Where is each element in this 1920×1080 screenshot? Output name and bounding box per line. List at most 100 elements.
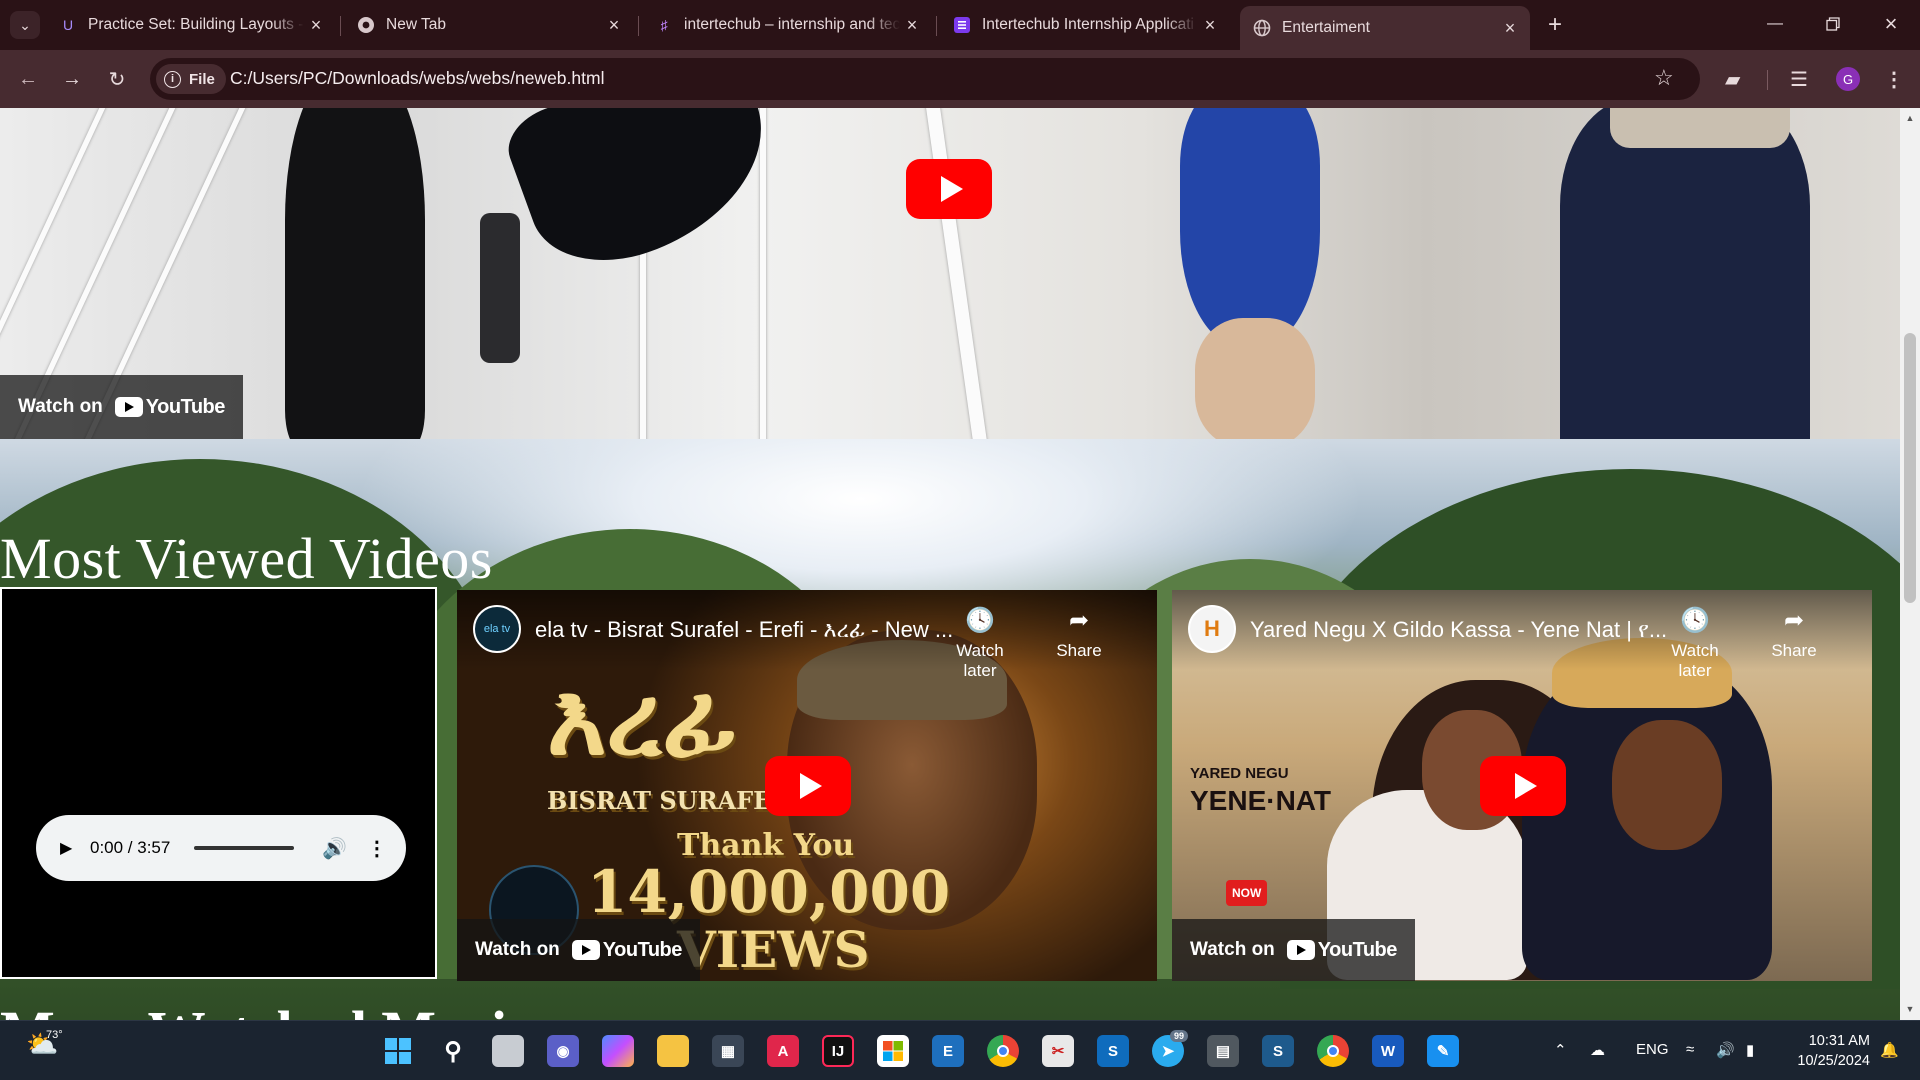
word-icon[interactable]: W (1372, 1035, 1404, 1067)
arrow-right-icon: → (62, 67, 82, 90)
task-view-icon[interactable] (492, 1035, 524, 1067)
tab-separator (936, 16, 937, 36)
chrome-taskbar-icon[interactable] (987, 1035, 1019, 1067)
tab-entertaiment[interactable]: Entertaiment × (1240, 6, 1530, 50)
address-bar[interactable]: i File C:/Users/PC/Downloads/webs/webs/n… (150, 58, 1700, 100)
forward-button[interactable]: → (57, 64, 87, 94)
language-indicator[interactable]: ENG (1636, 1041, 1669, 1058)
share-button[interactable]: ➦ Share (1039, 606, 1119, 661)
tab-title: intertechub – internship and tec (684, 16, 900, 33)
video-title[interactable]: Yared Negu X Gildo Kassa - Yene Nat | የ.… (1250, 617, 1670, 643)
file-explorer-icon[interactable] (657, 1035, 689, 1067)
autocad-icon[interactable]: A (767, 1035, 799, 1067)
watch-later-button[interactable]: 🕓 Watch later (940, 606, 1020, 681)
share-icon: ➦ (1068, 607, 1090, 634)
audio-seek-bar[interactable] (194, 846, 294, 850)
scroll-up-icon[interactable]: ▲ (1905, 113, 1915, 123)
start-icon[interactable] (382, 1035, 414, 1067)
channel-avatar[interactable]: H (1188, 605, 1236, 653)
youtube-play-button[interactable] (1480, 756, 1566, 816)
wifi-icon[interactable]: ≈ (1686, 1041, 1694, 1058)
chevron-down-icon: ⌄ (19, 16, 31, 33)
volume-icon[interactable]: 🔊 (322, 836, 347, 861)
archive-icon[interactable]: ▤ (1207, 1035, 1239, 1067)
youtube-logo-icon (114, 397, 143, 417)
snipping-icon[interactable]: ✂ (1042, 1035, 1074, 1067)
tab-search-button[interactable]: ⌄ (10, 11, 40, 39)
tab-new-tab[interactable]: New Tab × (344, 6, 634, 44)
youtube-play-button[interactable] (765, 756, 851, 816)
intellij-icon[interactable]: IJ (822, 1035, 854, 1067)
scroll-thumb[interactable] (1904, 333, 1916, 603)
watch-on-youtube-link[interactable]: Watch on YouTube (1172, 919, 1415, 981)
close-icon[interactable]: × (602, 13, 626, 37)
watch-later-button[interactable]: 🕓 Watch later (1655, 606, 1735, 681)
system-clock[interactable]: 10:31 AM 10/25/2024 (1770, 1031, 1870, 1071)
globe-icon (1252, 18, 1272, 38)
door-panel (480, 213, 520, 363)
close-icon[interactable]: × (304, 13, 328, 37)
close-icon[interactable]: × (1498, 16, 1522, 40)
tab-intertechub[interactable]: ♯ intertechub – internship and tec × (642, 6, 932, 44)
weather-widget[interactable]: ⛅ 73° (26, 1029, 63, 1060)
scroll-down-icon[interactable]: ▼ (1905, 1004, 1915, 1014)
watch-on-youtube-link[interactable]: Watch on YouTube (0, 375, 243, 439)
back-button[interactable]: ← (13, 64, 43, 94)
browser-toolbar: ← → ↻ i File C:/Users/PC/Downloads/webs/… (0, 50, 1920, 108)
tab-internship-application[interactable]: Intertechub Internship Applicati × (940, 6, 1230, 44)
menu-kebab-icon[interactable]: ⋮ (1884, 67, 1904, 92)
audio-player[interactable]: ▶ 0:00 / 3:57 🔊 ⋮ (36, 815, 406, 881)
arrow-left-icon: ← (18, 67, 38, 90)
battery-icon[interactable]: ▮ (1746, 1041, 1754, 1059)
site-info-chip[interactable]: i File (156, 64, 226, 94)
notification-bell-icon[interactable]: 🔔 (1880, 1041, 1899, 1059)
video-embed-ela-tv[interactable]: እረፊ BISRAT SURAFEL Thank You 14,000,000 … (457, 590, 1157, 981)
restore-button[interactable] (1804, 0, 1862, 48)
page-scrollbar[interactable]: ▲ ▼ (1900, 108, 1920, 1020)
video-embed-yared-negu[interactable]: YARED NEGU YENE·NAT NOW H Yared Negu X G… (1172, 590, 1872, 981)
close-window-button[interactable]: × (1862, 0, 1920, 48)
youtube-play-button[interactable] (906, 159, 992, 219)
paint-icon[interactable]: ✎ (1427, 1035, 1459, 1067)
tab-title: New Tab (386, 16, 447, 33)
channel-avatar[interactable]: ela tv (473, 605, 521, 653)
search-icon[interactable]: ⚲ (437, 1035, 469, 1067)
close-icon[interactable]: × (900, 13, 924, 37)
reload-button[interactable]: ↻ (102, 64, 132, 94)
profile-avatar[interactable]: G (1836, 67, 1860, 91)
subscribe-badge: NOW (1226, 880, 1268, 906)
sway-icon[interactable]: S (1262, 1035, 1294, 1067)
sharepoint-icon[interactable]: S (1097, 1035, 1129, 1067)
url-text[interactable]: C:/Users/PC/Downloads/webs/webs/neweb.ht… (230, 68, 604, 89)
chrome-profile-icon[interactable] (1317, 1035, 1349, 1067)
excel-alt-icon[interactable]: E (932, 1035, 964, 1067)
top-video-embed[interactable]: Watch on YouTube (0, 108, 1900, 439)
share-button[interactable]: ➦ Share (1754, 606, 1834, 661)
share-icon: ➦ (1783, 607, 1805, 634)
watch-on-youtube-link[interactable]: Watch on YouTube (457, 919, 700, 981)
media-controls-icon[interactable]: ☰ (1790, 67, 1808, 92)
telegram-icon[interactable]: ➤ 99 (1152, 1030, 1189, 1067)
minimize-button[interactable]: — (1746, 0, 1804, 48)
telegram-badge: 99 (1170, 1030, 1189, 1042)
store-icon[interactable] (877, 1035, 909, 1067)
play-icon[interactable]: ▶ (60, 838, 76, 858)
clock-icon: 🕓 (965, 607, 995, 634)
tab-practice-set[interactable]: U Practice Set: Building Layouts - × (46, 6, 336, 44)
more-options-icon[interactable]: ⋮ (367, 836, 387, 861)
onedrive-icon[interactable]: ☁ (1590, 1041, 1605, 1059)
youtube-wordmark: YouTube (145, 395, 226, 418)
site-info-label: File (189, 70, 215, 88)
close-icon[interactable]: × (1198, 13, 1222, 37)
minimize-icon: — (1767, 15, 1783, 32)
new-tab-button[interactable]: + (1540, 11, 1570, 39)
teams-icon[interactable]: ◉ (547, 1035, 579, 1067)
volume-tray-icon[interactable]: 🔊 (1716, 1041, 1735, 1059)
video-title[interactable]: ela tv - Bisrat Surafel - Erefi - እረፊ - … (535, 617, 955, 643)
calculator-icon[interactable]: ▦ (712, 1035, 744, 1067)
extensions-icon[interactable]: ▰ (1725, 67, 1740, 92)
copilot-icon[interactable] (602, 1035, 634, 1067)
chevron-up-icon[interactable]: ⌃ (1554, 1041, 1567, 1059)
bookmark-star-icon[interactable]: ☆ (1654, 65, 1674, 91)
page-viewport: Watch on YouTube Most Viewed Videos ▶ 0:… (0, 108, 1900, 1020)
